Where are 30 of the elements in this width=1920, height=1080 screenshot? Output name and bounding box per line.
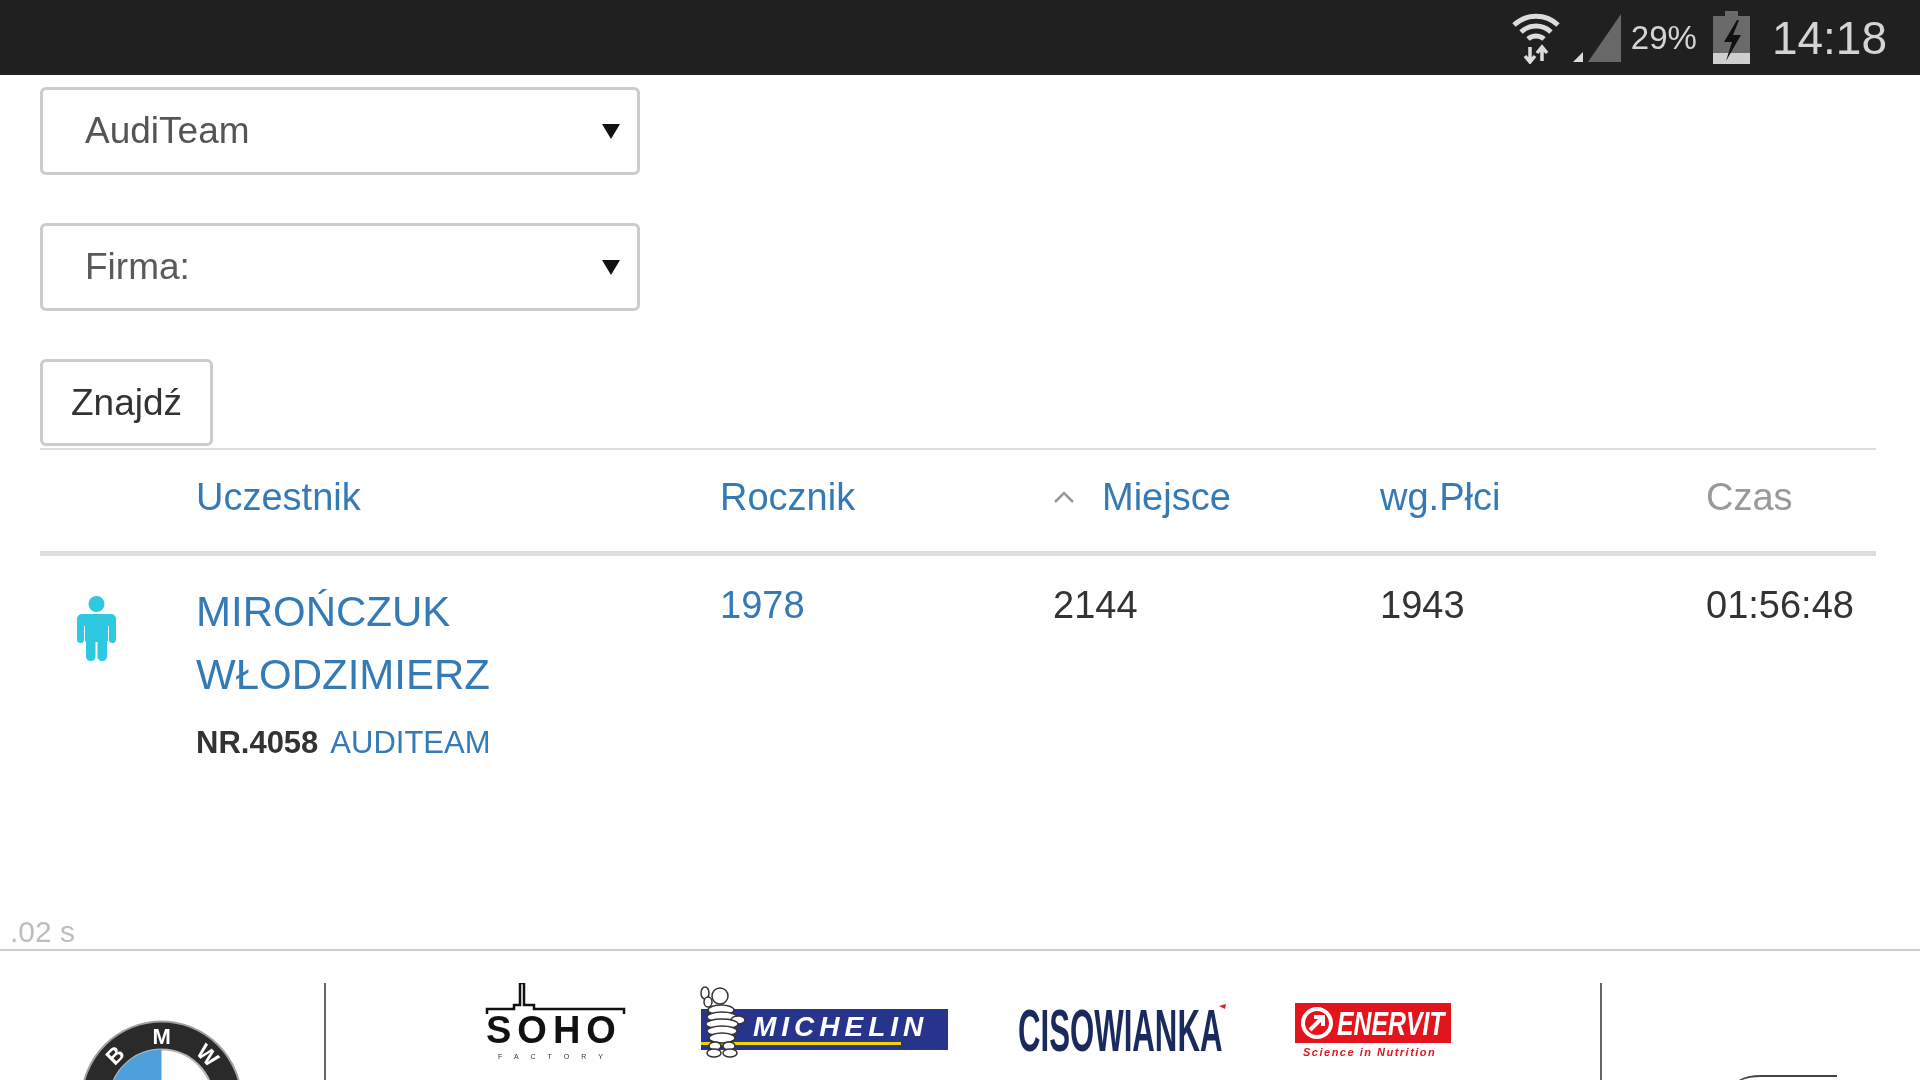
logo-tagline: Science in Nutrition: [1303, 1046, 1437, 1058]
battery-charging-icon: [1712, 11, 1750, 64]
logo-wordmark: SOHO: [486, 1009, 622, 1051]
participant-name-link[interactable]: MIROŃCZUK WŁODZIMIERZ: [196, 580, 490, 706]
bib-number: NR.4058: [196, 724, 319, 761]
logo-wordmark: ENERVIT: [1337, 1004, 1445, 1042]
team-link[interactable]: AUDITEAM: [330, 724, 491, 761]
table-cell: 2144: [1053, 584, 1138, 626]
dropdown-select[interactable]: Firma:: [40, 223, 640, 311]
person-icon: [77, 596, 116, 661]
column-header-link[interactable]: wg.Płci: [1380, 472, 1501, 522]
search-button[interactable]: Znajdź: [40, 359, 213, 446]
table-cell: 1943: [1380, 584, 1465, 626]
column-header-link[interactable]: Miejsce: [1102, 472, 1231, 522]
logo-wordmark: BMW: [100, 1023, 224, 1072]
battery-percent: 29%: [1630, 18, 1697, 57]
dropdown-select[interactable]: AudiTeam: [40, 87, 640, 175]
clock-time: 14:18: [1771, 10, 1887, 65]
logo-wordmark: MICHELIN: [753, 1011, 929, 1042]
dropdown-arrow-icon: [602, 259, 620, 275]
logo-wordmark: CISOWIANKA: [1018, 997, 1223, 1064]
column-header: Czas: [1706, 475, 1793, 520]
column-header-link[interactable]: Uczestnik: [196, 472, 361, 522]
wifi-icon: [1510, 11, 1561, 64]
dropdown-arrow-icon: [602, 123, 620, 139]
signal-icon: [1572, 13, 1621, 62]
column-header-link[interactable]: Rocznik: [720, 472, 856, 522]
render-time: .02 s: [10, 915, 76, 948]
table-cell: 01:56:48: [1706, 584, 1854, 626]
birth-year-link[interactable]: 1978: [720, 584, 805, 626]
